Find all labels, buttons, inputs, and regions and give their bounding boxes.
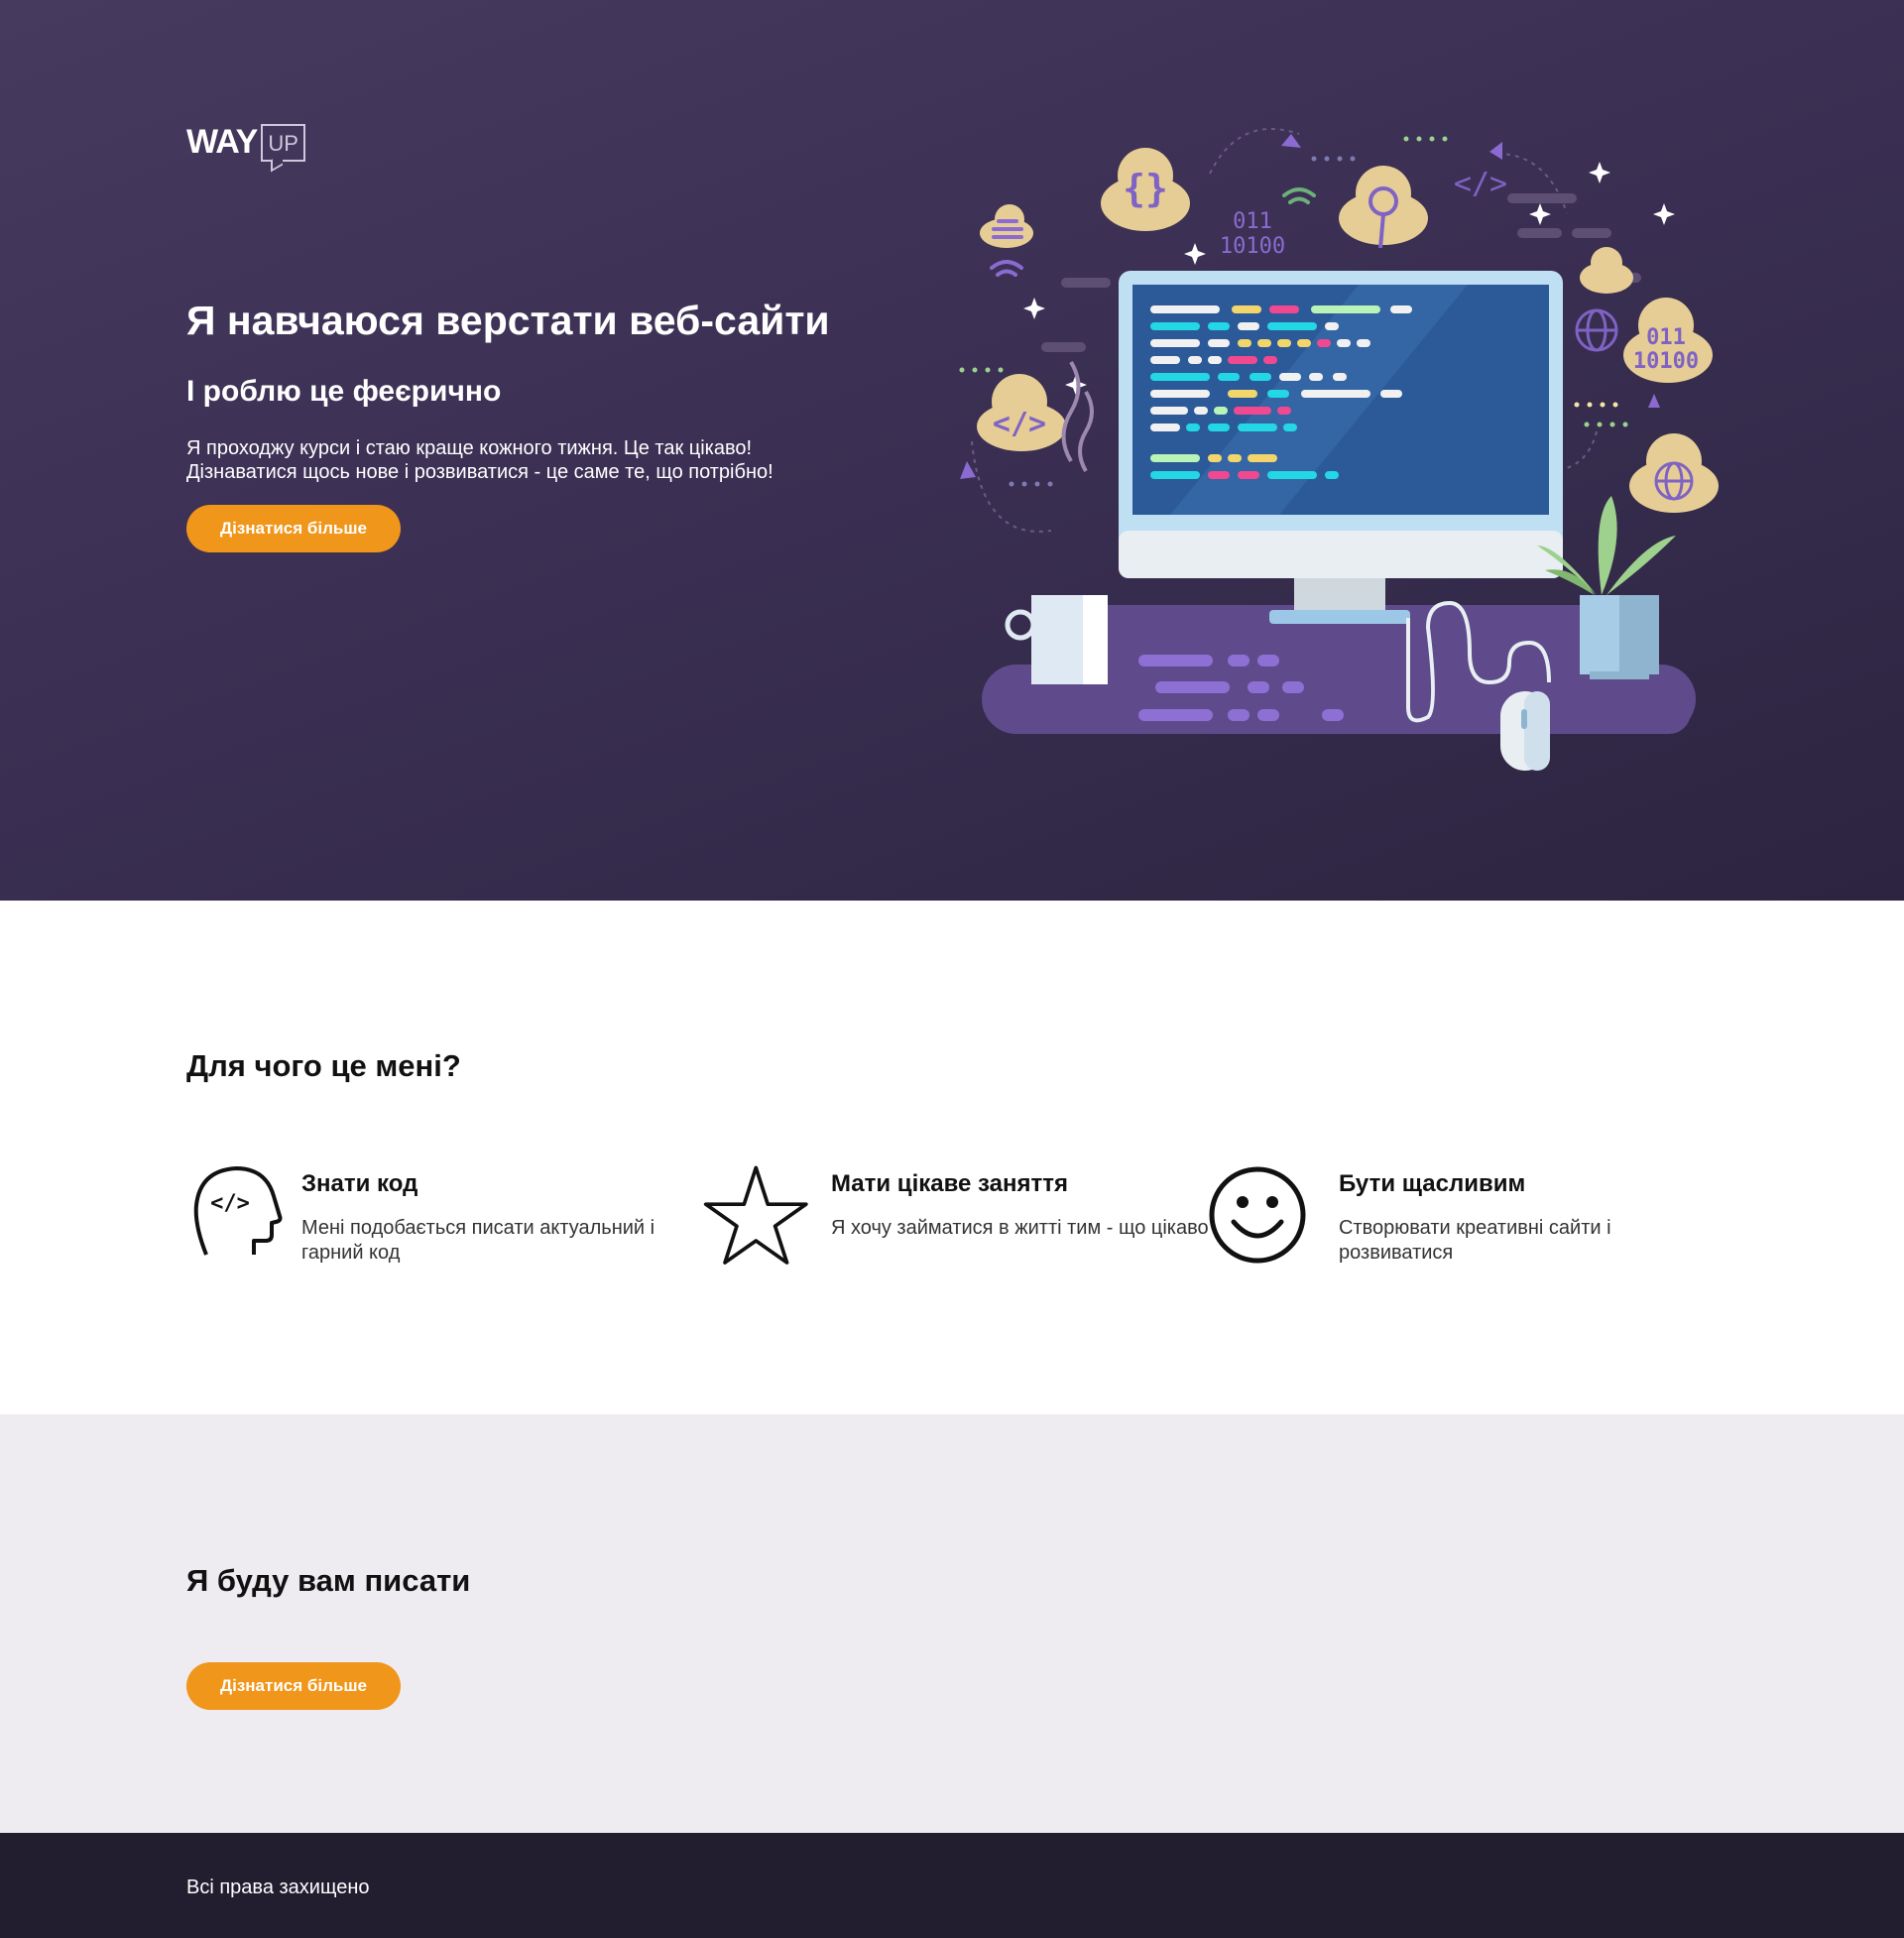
feature-happy: Бути щасливим Створювати креативні сайти… (1208, 1160, 1726, 1270)
svg-text:</>: </> (210, 1191, 250, 1216)
feature-interesting: Мати цікаве заняття Я хочу займатися в ж… (694, 1160, 1218, 1270)
binary-text-3: 011 (1646, 325, 1686, 350)
logo[interactable]: WAY UP (186, 123, 305, 162)
hero-description-line2: Дізнаватися щось нове і розвиватися - це… (186, 461, 774, 483)
feature-know-code: </> Знати код Мені подобається писати ак… (186, 1160, 688, 1270)
learn-more-button[interactable]: Дізнатися більше (186, 505, 401, 552)
footer: Всі права захищено (0, 1833, 1904, 1938)
feature-text: Створювати креативні сайти і розвиватися (1339, 1217, 1611, 1264)
binary-text-2: 10100 (1220, 234, 1285, 259)
logo-badge: UP (261, 123, 305, 162)
star-icon (703, 1165, 808, 1265)
smiley-icon (1209, 1166, 1306, 1264)
feature-title: Бути щасливим (1339, 1170, 1526, 1197)
learn-more-button-secondary[interactable]: Дізнатися більше (186, 1662, 401, 1710)
hero-description: Я проходжу курси і стаю краще кожного ти… (186, 436, 900, 484)
newsletter-section: Я буду вам писати Дізнатися більше (0, 1414, 1904, 1833)
hero-description-line1: Я проходжу курси і стаю краще кожного ти… (186, 437, 753, 459)
feature-text: Мені подобається писати актуальний і гар… (301, 1217, 655, 1264)
why-title: Для чого це мені? (186, 1048, 461, 1083)
why-section (0, 901, 1904, 1414)
feature-title: Мати цікаве заняття (831, 1170, 1069, 1197)
head-code-icon: </> (193, 1166, 283, 1256)
copyright-text: Всі права захищено (186, 1877, 370, 1898)
svg-text:</>: </> (1454, 167, 1507, 201)
logo-text: WAY (186, 123, 258, 161)
binary-text-1: 011 (1233, 209, 1272, 234)
binary-text-4: 10100 (1633, 349, 1699, 374)
computer-illustration: {} </> </> 011 10100 011 10100 (959, 128, 1719, 771)
hero-section: WAY UP Я навчаюся верстати веб-сайти І р… (0, 0, 1904, 901)
feature-text: Я хочу займатися в житті тим - що цікаво (831, 1217, 1209, 1239)
hero-title: Я навчаюся верстати веб-сайти (186, 298, 830, 343)
hero-subtitle: І роблю це феєрично (186, 375, 502, 408)
svg-text:{}: {} (1123, 167, 1168, 210)
newsletter-title: Я буду вам писати (186, 1563, 471, 1598)
feature-title: Знати код (301, 1170, 418, 1197)
svg-text:</>: </> (993, 407, 1046, 441)
